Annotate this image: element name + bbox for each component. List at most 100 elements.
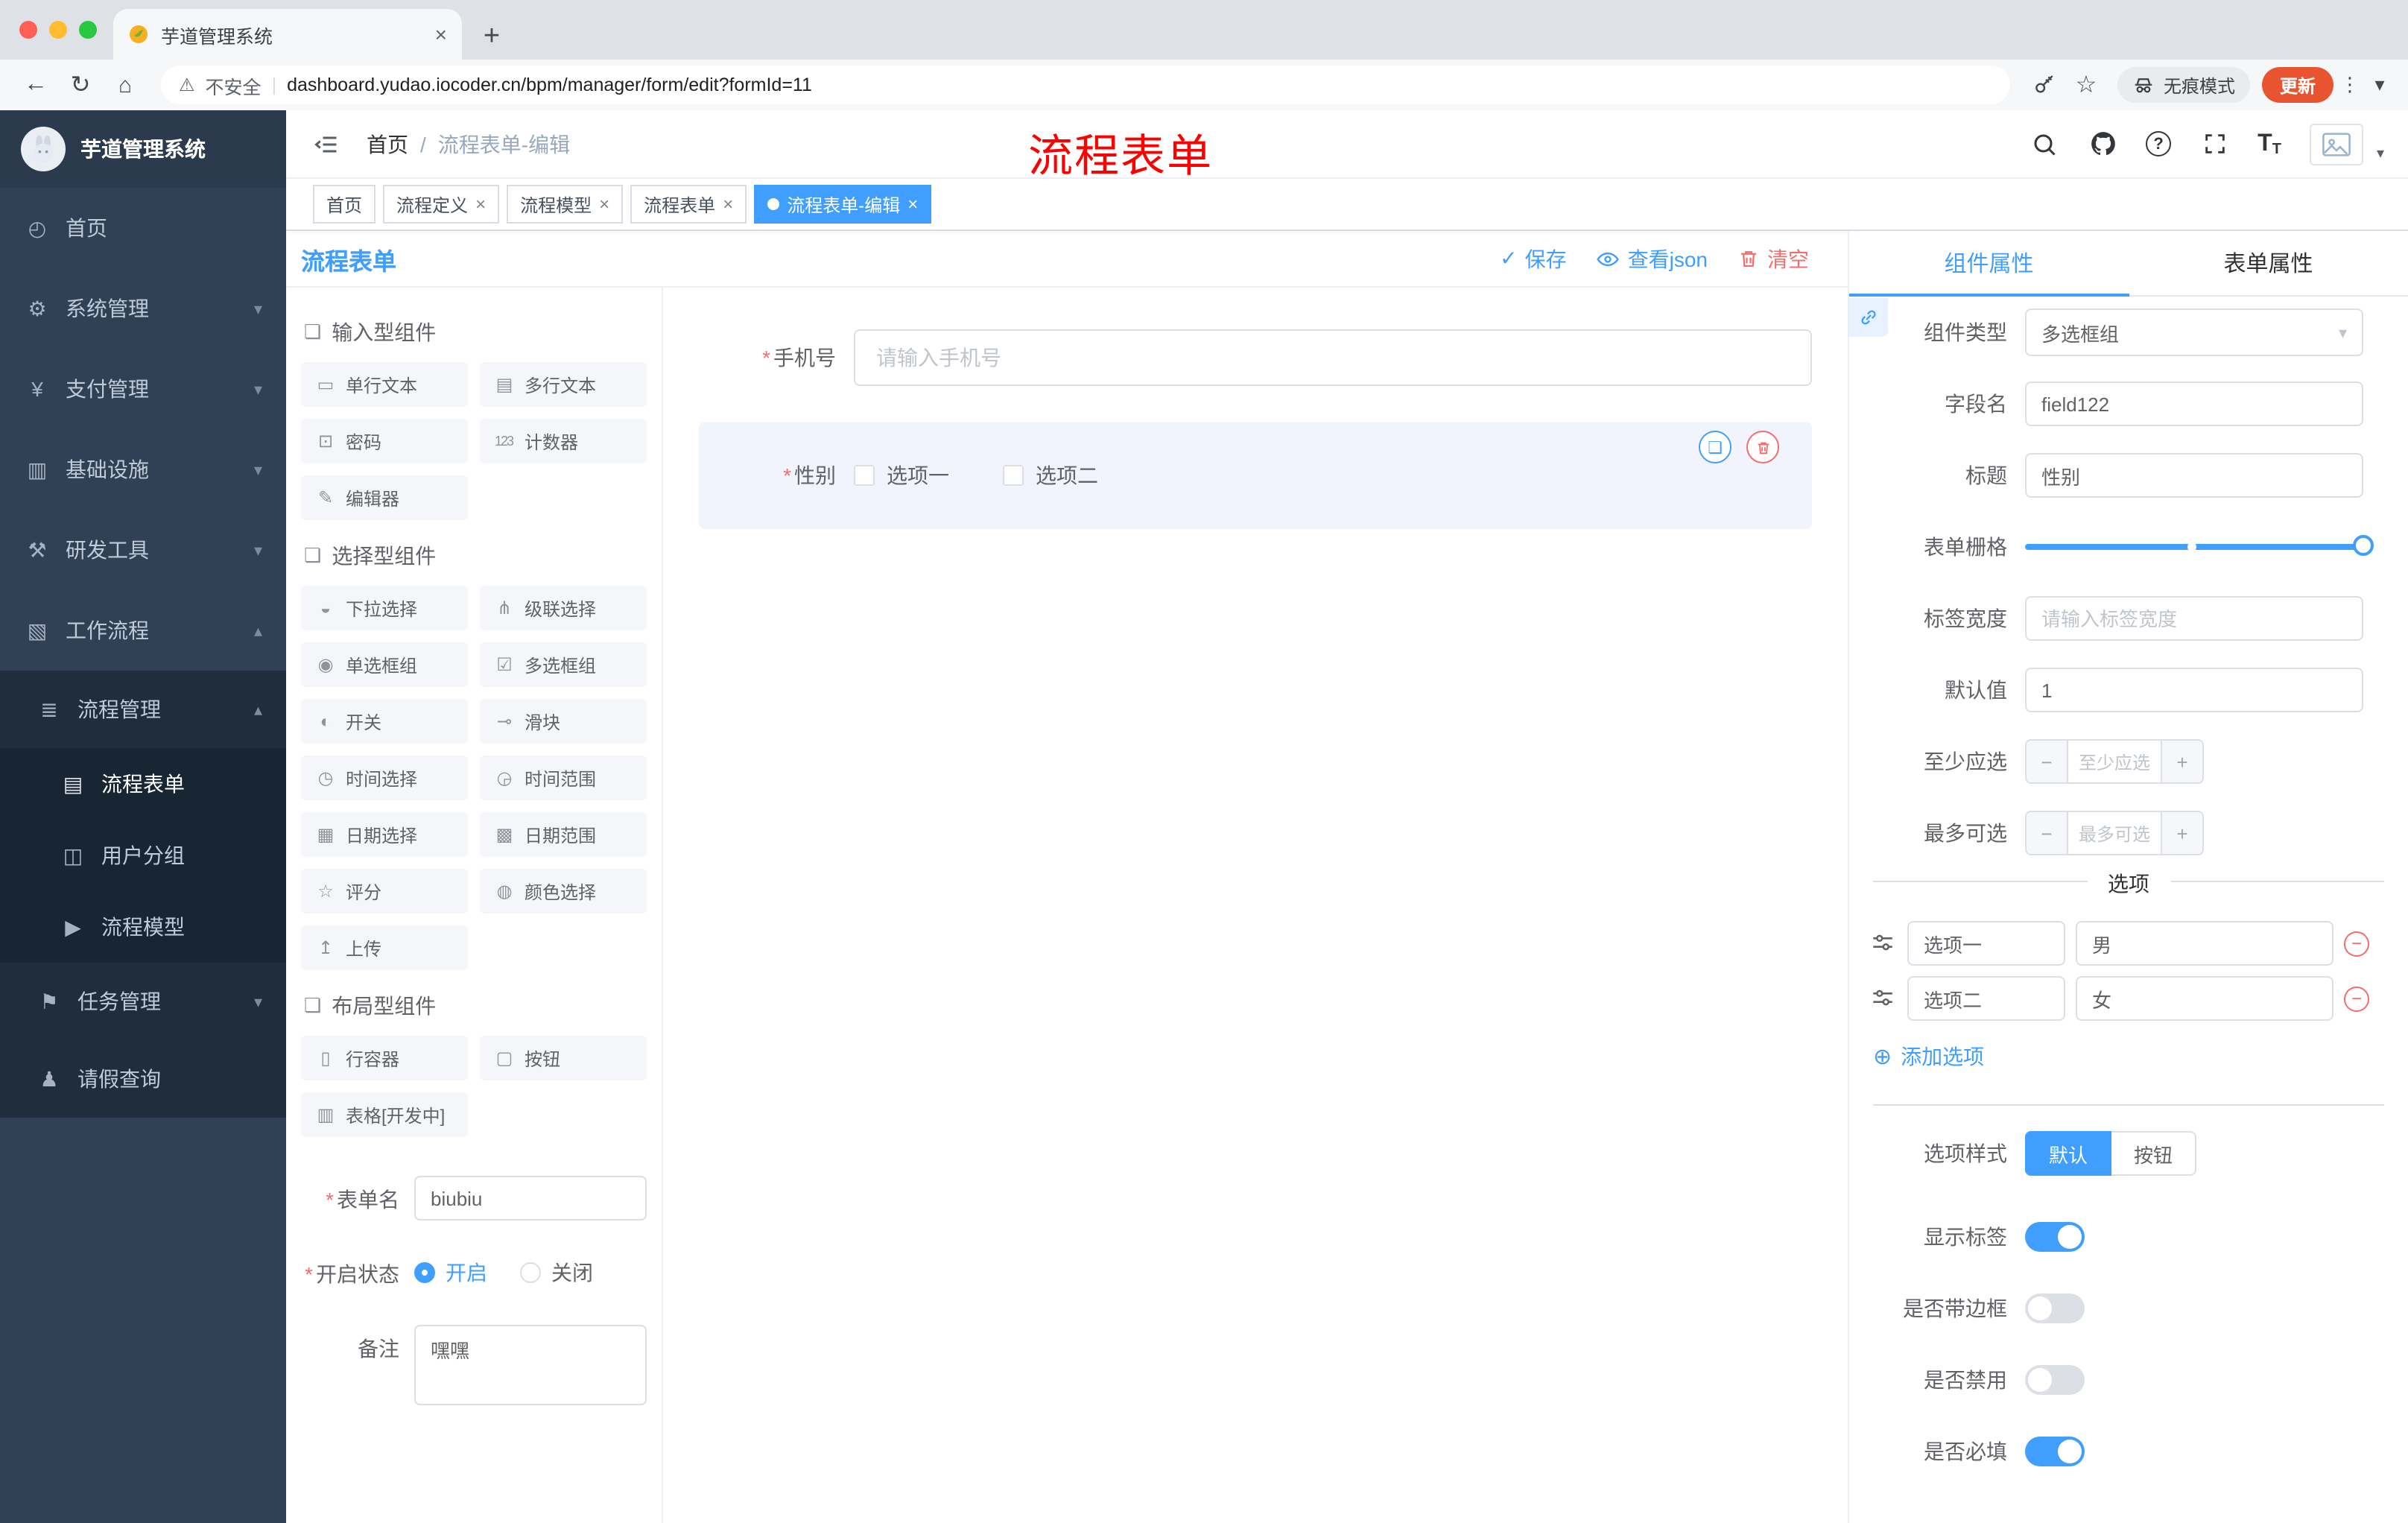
tab-component-props[interactable]: 组件属性	[1849, 231, 2129, 297]
sidebar-collapse-icon[interactable]	[310, 127, 343, 160]
checkbox[interactable]	[854, 465, 875, 486]
slider-handle[interactable]	[2353, 535, 2374, 556]
add-option-button[interactable]: ⊕ 添加选项	[1873, 1042, 2408, 1071]
required-toggle[interactable]	[2025, 1437, 2085, 1466]
palette-item-single-text[interactable]: ▭ 单行文本	[301, 362, 468, 407]
bookmark-star-icon[interactable]: ☆	[2067, 66, 2106, 104]
avatar-caret-icon[interactable]: ▾	[2377, 146, 2384, 162]
palette-item-slider[interactable]: ⊸ 滑块	[480, 699, 647, 744]
form-name-input[interactable]	[414, 1176, 647, 1220]
field-link-badge[interactable]	[1849, 298, 1888, 337]
stepper-minus-button[interactable]: −	[2027, 812, 2068, 854]
palette-item-password[interactable]: ⊡ 密码	[301, 419, 468, 463]
canvas-field-phone[interactable]: * 手机号	[699, 329, 1812, 386]
sidebar-item-devtools[interactable]: ⚒ 研发工具 ▾	[0, 510, 286, 590]
tag-process-model[interactable]: 流程模型 ×	[507, 185, 624, 224]
border-toggle[interactable]	[2025, 1294, 2085, 1323]
palette-item-counter[interactable]: 123 计数器	[480, 419, 647, 463]
palette-item-switch[interactable]: ◐ 开关	[301, 699, 468, 744]
option-value-input[interactable]	[2076, 921, 2333, 966]
tag-process-form[interactable]: 流程表单 ×	[630, 185, 747, 224]
style-default-button[interactable]: 默认	[2025, 1131, 2112, 1176]
show-label-toggle[interactable]	[2025, 1222, 2085, 1252]
tag-home[interactable]: 首页	[313, 185, 376, 224]
tag-close-icon[interactable]: ×	[475, 194, 486, 215]
browser-menu-icon[interactable]: ⋮	[2336, 66, 2363, 104]
option-label-input[interactable]	[1907, 921, 2065, 966]
palette-item-time-picker[interactable]: ◷ 时间选择	[301, 756, 468, 800]
palette-item-date-range[interactable]: ▩ 日期范围	[480, 812, 647, 857]
view-json-button[interactable]: 查看json	[1597, 244, 1708, 273]
home-icon[interactable]: ⌂	[104, 66, 146, 104]
palette-item-table[interactable]: ▥ 表格[开发中]	[301, 1092, 468, 1137]
min-select-value[interactable]: 至少应选	[2068, 741, 2161, 782]
sliders-icon[interactable]	[1870, 930, 1897, 957]
incognito-badge[interactable]: 无痕模式	[2117, 67, 2250, 103]
tag-close-icon[interactable]: ×	[599, 194, 609, 215]
sidebar-item-task-mgmt[interactable]: ⚑ 任务管理 ▾	[0, 963, 286, 1040]
copy-field-icon[interactable]: ❏	[1699, 431, 1731, 463]
status-radio-off[interactable]: 关闭	[520, 1258, 593, 1288]
default-value-input[interactable]	[2025, 668, 2363, 712]
sliders-icon[interactable]	[1870, 985, 1897, 1012]
github-icon[interactable]	[2088, 129, 2117, 159]
palette-item-date-picker[interactable]: ▦ 日期选择	[301, 812, 468, 857]
search-icon[interactable]	[2030, 129, 2059, 159]
tab-close-icon[interactable]: ×	[435, 24, 447, 45]
fullscreen-icon[interactable]	[2199, 129, 2229, 159]
tab-form-props[interactable]: 表单属性	[2129, 231, 2408, 295]
checkbox[interactable]	[1003, 465, 1024, 486]
sidebar-item-process-mgmt[interactable]: ≣ 流程管理 ▴	[0, 671, 286, 748]
clear-button[interactable]: 清空	[1737, 244, 1809, 273]
stepper-plus-button[interactable]: +	[2161, 812, 2202, 854]
tag-process-definition[interactable]: 流程定义 ×	[383, 185, 500, 224]
window-minimize-button[interactable]	[49, 21, 67, 39]
delete-field-icon[interactable]	[1746, 431, 1779, 463]
palette-item-select[interactable]: ◒ 下拉选择	[301, 586, 468, 630]
option-value-input[interactable]	[2076, 976, 2333, 1021]
password-key-icon[interactable]	[2025, 66, 2064, 104]
sidebar-item-process-model[interactable]: ▶ 流程模型	[0, 891, 286, 963]
field-name-input[interactable]	[2025, 381, 2363, 426]
form-canvas[interactable]: *手机号 ❏	[663, 288, 1848, 1523]
font-size-icon[interactable]: TT	[2258, 130, 2281, 157]
sidebar-item-leave-query[interactable]: ♟ 请假查询	[0, 1040, 286, 1118]
palette-item-upload[interactable]: ↥ 上传	[301, 925, 468, 970]
remove-option-icon[interactable]: −	[2344, 986, 2369, 1011]
palette-item-button[interactable]: ▢ 按钮	[480, 1036, 647, 1080]
palette-item-time-range[interactable]: ◶ 时间范围	[480, 756, 647, 800]
help-icon[interactable]: ?	[2146, 131, 2172, 156]
address-bar[interactable]: ⚠ 不安全 | dashboard.yudao.iocoder.cn/bpm/m…	[161, 66, 2010, 104]
sidebar-item-payment[interactable]: ¥ 支付管理 ▾	[0, 349, 286, 429]
gender-option-2[interactable]: 选项二	[1003, 460, 1098, 490]
back-icon[interactable]: ←	[15, 66, 57, 104]
palette-item-cascader[interactable]: ⋔ 级联选择	[480, 586, 647, 630]
sidebar-item-workflow[interactable]: ▧ 工作流程 ▴	[0, 590, 286, 671]
max-select-value[interactable]: 最多可选	[2068, 812, 2161, 854]
title-input[interactable]	[2025, 453, 2363, 498]
tag-close-icon[interactable]: ×	[907, 194, 918, 215]
palette-item-editor[interactable]: ✎ 编辑器	[301, 475, 468, 520]
palette-item-textarea[interactable]: ▤ 多行文本	[480, 362, 647, 407]
sidebar-item-infrastructure[interactable]: ▥ 基础设施 ▾	[0, 429, 286, 510]
browser-tab[interactable]: 芋道管理系统 ×	[113, 9, 462, 60]
gender-option-1[interactable]: 选项一	[854, 460, 949, 490]
save-button[interactable]: ✓ 保存	[1500, 244, 1566, 273]
tag-close-icon[interactable]: ×	[723, 194, 733, 215]
palette-item-rate[interactable]: ☆ 评分	[301, 869, 468, 914]
sidebar-item-process-form[interactable]: ▤ 流程表单	[0, 748, 286, 820]
window-zoom-button[interactable]	[79, 21, 97, 39]
option-label-input[interactable]	[1907, 976, 2065, 1021]
sidebar-item-home[interactable]: ◴ 首页	[0, 188, 286, 268]
palette-item-checkbox-group[interactable]: ☑ 多选框组	[480, 642, 647, 687]
toolbar-chevron-down-icon[interactable]: ▾	[2366, 66, 2393, 104]
stepper-minus-button[interactable]: −	[2027, 741, 2068, 782]
window-close-button[interactable]	[19, 21, 37, 39]
palette-item-radio-group[interactable]: ◉ 单选框组	[301, 642, 468, 687]
form-remark-textarea[interactable]: 嘿嘿	[414, 1325, 647, 1405]
tag-process-form-edit[interactable]: 流程表单-编辑 ×	[754, 185, 932, 224]
style-button-button[interactable]: 按钮	[2111, 1131, 2197, 1176]
update-button[interactable]: 更新	[2261, 67, 2333, 103]
new-tab-button[interactable]: +	[471, 15, 513, 60]
user-avatar[interactable]	[2309, 123, 2363, 165]
